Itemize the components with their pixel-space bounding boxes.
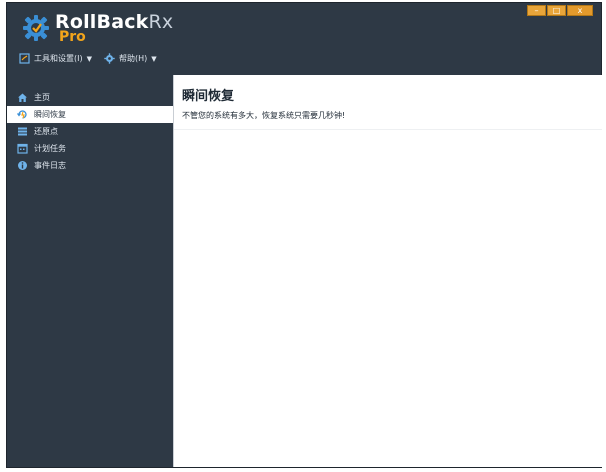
- chevron-down-icon: ▼: [151, 54, 157, 63]
- maximize-button[interactable]: □: [547, 5, 566, 16]
- sidebar-item-label: 主页: [34, 93, 50, 102]
- sidebar-item-label: 还原点: [34, 127, 58, 136]
- app-title-suffix: Rx: [148, 11, 174, 33]
- app-logo: RollBackRx Pro: [21, 11, 221, 47]
- instant-restore-icon: [17, 110, 27, 119]
- divider: [174, 129, 602, 130]
- content-panel: 瞬间恢复 不管您的系统有多大，恢复系统只需要几秒钟!: [173, 75, 602, 467]
- menu-help-label: 帮助(H): [119, 54, 148, 63]
- app-edition: Pro: [59, 29, 86, 45]
- sidebar-item-restore-point[interactable]: 还原点: [7, 123, 173, 140]
- sidebar-item-label: 计划任务: [34, 144, 66, 153]
- close-button[interactable]: x: [567, 5, 593, 16]
- window-controls: – □ x: [527, 5, 593, 16]
- minimize-button[interactable]: –: [527, 5, 546, 16]
- sidebar-item-label: 事件日志: [34, 161, 66, 170]
- sidebar-item-scheduled-tasks[interactable]: 计划任务: [7, 140, 173, 157]
- gear-logo-icon: [23, 15, 49, 41]
- calendar-icon: [17, 143, 28, 154]
- app-window: RollBackRx Pro – □ x 工具和设置(I) ▼ 帮助(H) ▼ …: [6, 2, 602, 468]
- home-icon: [18, 93, 27, 102]
- sidebar-item-label: 瞬间恢复: [34, 110, 66, 119]
- restore-point-icon: [18, 127, 27, 136]
- page-title: 瞬间恢复: [182, 89, 235, 104]
- sidebar-item-event-log[interactable]: 事件日志: [7, 157, 173, 174]
- menu-tools-label: 工具和设置(I): [34, 54, 83, 63]
- app-header: RollBackRx Pro – □ x 工具和设置(I) ▼ 帮助(H) ▼: [7, 3, 601, 69]
- menu-tools-settings[interactable]: 工具和设置(I) ▼: [19, 53, 92, 64]
- help-gear-icon: [104, 53, 115, 64]
- sidebar: 主页 瞬间恢复 还原点 计划任务 事件日志: [7, 83, 173, 467]
- sidebar-item-instant-restore[interactable]: 瞬间恢复: [7, 106, 173, 123]
- page-description: 不管您的系统有多大，恢复系统只需要几秒钟!: [182, 111, 346, 120]
- menubar: 工具和设置(I) ▼ 帮助(H) ▼: [19, 53, 157, 64]
- tools-settings-icon: [19, 53, 30, 64]
- sidebar-item-home[interactable]: 主页: [7, 89, 173, 106]
- info-icon: [18, 161, 27, 170]
- menu-help[interactable]: 帮助(H) ▼: [104, 53, 157, 64]
- chevron-down-icon: ▼: [86, 54, 92, 63]
